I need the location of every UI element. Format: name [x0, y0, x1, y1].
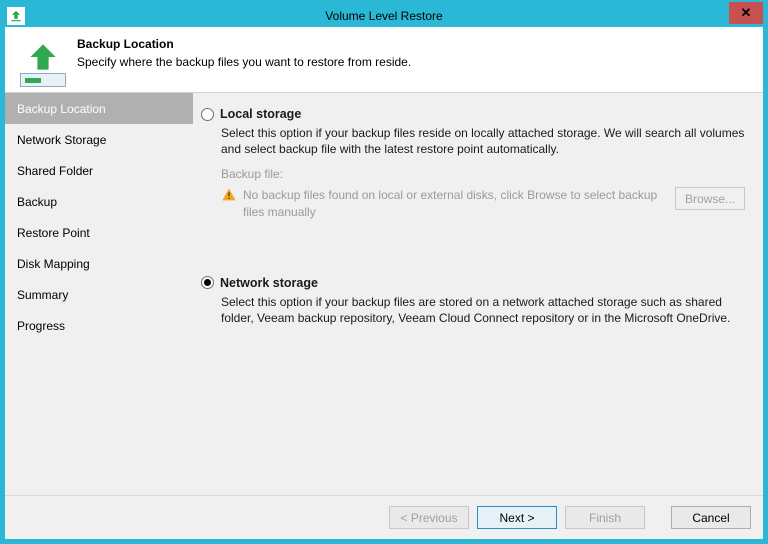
drive-icon	[20, 73, 66, 87]
sidebar-item-label: Backup Location	[17, 102, 106, 116]
dialog-window: Volume Level Restore ✕ Backup Location S…	[0, 0, 768, 544]
sidebar-item-label: Restore Point	[17, 226, 90, 240]
finish-button[interactable]: Finish	[565, 506, 645, 529]
backup-warning-text: No backup files found on local or extern…	[243, 187, 669, 219]
sidebar-item-backup[interactable]: Backup	[5, 186, 193, 217]
window-title: Volume Level Restore	[325, 9, 442, 23]
option-title: Network storage	[220, 276, 318, 290]
radio-local-storage[interactable]	[201, 108, 214, 121]
header-text: Backup Location Specify where the backup…	[77, 35, 411, 69]
sidebar-item-shared-folder[interactable]: Shared Folder	[5, 155, 193, 186]
next-button[interactable]: Next >	[477, 506, 557, 529]
option-local-storage: Local storage Select this option if your…	[201, 107, 745, 220]
app-icon	[7, 7, 25, 25]
option-description: Select this option if your backup files …	[221, 294, 745, 326]
option-title: Local storage	[220, 107, 301, 121]
option-description: Select this option if your backup files …	[221, 125, 745, 157]
sidebar-item-progress[interactable]: Progress	[5, 310, 193, 341]
page-title: Backup Location	[77, 37, 411, 51]
sidebar-item-summary[interactable]: Summary	[5, 279, 193, 310]
main-panel: Local storage Select this option if your…	[193, 93, 763, 495]
sidebar-item-label: Summary	[17, 288, 68, 302]
option-network-storage: Network storage Select this option if yo…	[201, 276, 745, 326]
sidebar-item-backup-location[interactable]: Backup Location	[5, 93, 193, 124]
header-icon	[15, 37, 71, 93]
backup-file-label: Backup file:	[221, 167, 745, 181]
warning-icon	[221, 187, 237, 203]
sidebar-item-network-storage[interactable]: Network Storage	[5, 124, 193, 155]
sidebar-item-label: Progress	[17, 319, 65, 333]
cancel-button[interactable]: Cancel	[671, 506, 751, 529]
header: Backup Location Specify where the backup…	[5, 27, 763, 93]
sidebar-item-label: Network Storage	[17, 133, 106, 147]
footer: < Previous Next > Finish Cancel	[5, 495, 763, 539]
previous-button[interactable]: < Previous	[389, 506, 469, 529]
page-subtitle: Specify where the backup files you want …	[77, 55, 411, 69]
radio-network-storage[interactable]	[201, 276, 214, 289]
sidebar-item-label: Backup	[17, 195, 57, 209]
sidebar-item-disk-mapping[interactable]: Disk Mapping	[5, 248, 193, 279]
sidebar-item-label: Shared Folder	[17, 164, 93, 178]
close-button[interactable]: ✕	[729, 2, 763, 24]
body: Backup Location Network Storage Shared F…	[5, 93, 763, 495]
sidebar: Backup Location Network Storage Shared F…	[5, 93, 193, 495]
sidebar-item-restore-point[interactable]: Restore Point	[5, 217, 193, 248]
titlebar: Volume Level Restore ✕	[5, 5, 763, 27]
sidebar-item-label: Disk Mapping	[17, 257, 90, 271]
browse-button[interactable]: Browse...	[675, 187, 745, 210]
